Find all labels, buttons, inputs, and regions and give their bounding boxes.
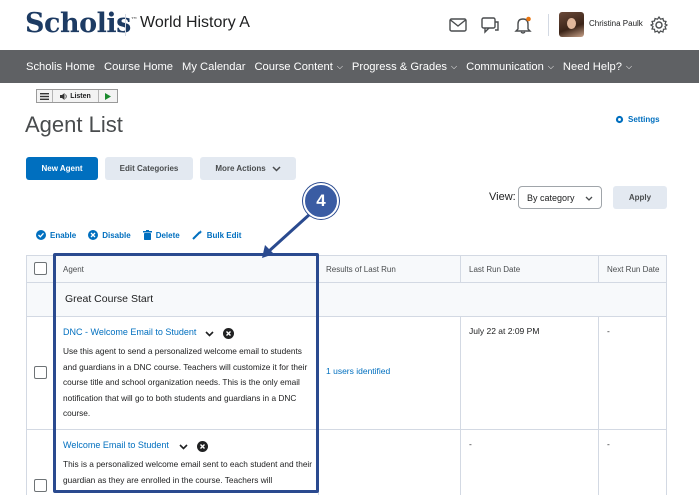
callout-arrow-icon [262,212,312,258]
callout-number-badge: 4 [303,183,339,219]
